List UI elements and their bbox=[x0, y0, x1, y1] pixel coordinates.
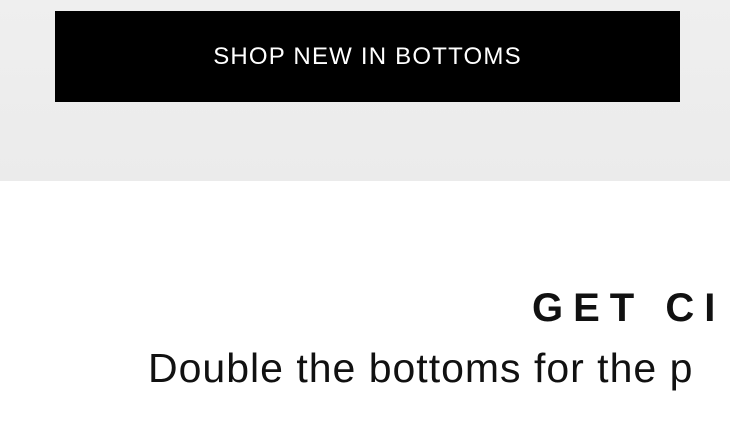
promo-subheadline: Double the bottoms for the p bbox=[148, 345, 694, 391]
promo-headline: GET CI bbox=[532, 286, 726, 330]
shop-new-in-bottoms-button[interactable]: SHOP NEW IN BOTTOMS bbox=[55, 11, 680, 102]
hero-banner: SHOP NEW IN BOTTOMS bbox=[0, 0, 730, 181]
promo-section: GET CI Double the bottoms for the p bbox=[0, 181, 730, 436]
